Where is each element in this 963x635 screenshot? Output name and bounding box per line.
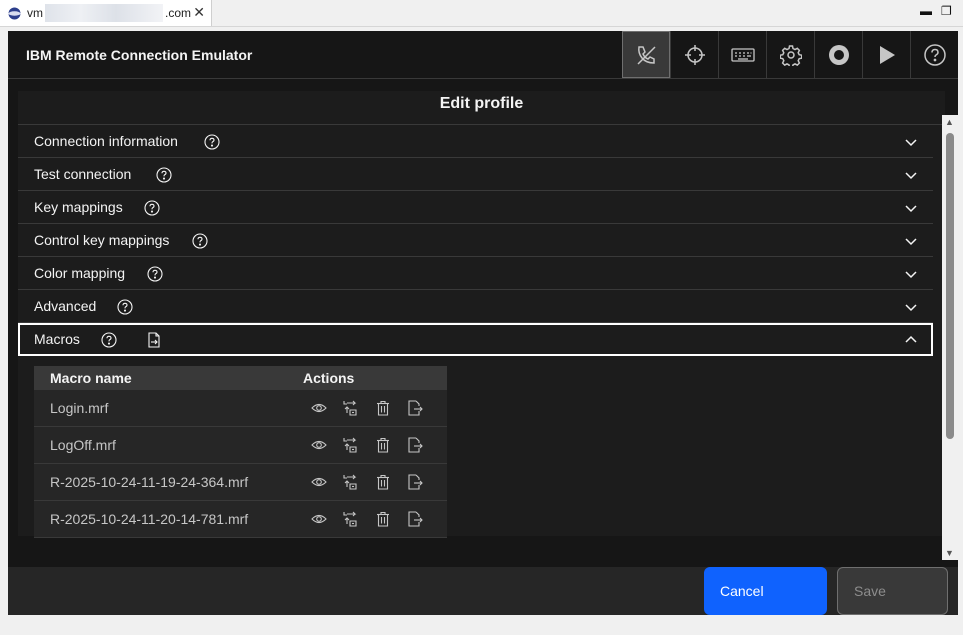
crosshair-icon [684,44,705,65]
app-window: IBM Remote Connection Emulator Edit prof… [8,31,958,615]
macro-name: R-2025-10-24-11-20-14-781.mrf [50,511,249,527]
table-row: R-2025-10-24-11-20-14-781.mrf [34,501,447,538]
macro-name: Login.mrf [50,400,109,416]
table-row: LogOff.mrf [34,427,447,464]
chevron-down-icon [905,139,917,147]
site-favicon-icon [8,7,21,20]
eye-icon[interactable] [311,400,327,416]
eye-icon[interactable] [311,437,327,453]
keyboard-button[interactable] [718,31,766,78]
browser-tab-strip: vm .com ✕ ▬ ❐ [0,0,963,27]
scroll-up-icon[interactable]: ▲ [945,117,954,127]
export-icon[interactable] [407,474,423,490]
table-row: R-2025-10-24-11-19-24-364.mrf [34,464,447,501]
app-title: IBM Remote Connection Emulator [26,47,253,63]
section-label: Control key mappings [34,232,170,248]
help-button[interactable] [910,31,958,78]
section-label: Color mapping [34,265,126,281]
rename-icon[interactable] [343,474,359,490]
section-label: Key mappings [34,199,123,215]
phone-off-icon [637,45,656,65]
chevron-down-icon [905,304,917,312]
cancel-button[interactable]: Cancel [704,567,827,615]
restore-icon[interactable]: ❐ [941,4,952,18]
macro-name: LogOff.mrf [50,437,116,453]
eye-icon[interactable] [311,511,327,527]
section-color-mapping[interactable]: Color mapping [18,257,933,290]
scrollbar-thumb[interactable] [946,133,954,439]
rename-icon[interactable] [343,511,359,527]
disconnect-button[interactable] [622,31,670,78]
play-icon [879,45,895,64]
panel-heading: Edit profile [18,91,945,125]
section-key-mappings[interactable]: Key mappings [18,191,933,224]
target-button[interactable] [670,31,718,78]
section-label: Connection information [34,133,178,149]
app-header: IBM Remote Connection Emulator [8,31,958,79]
settings-button[interactable] [766,31,814,78]
section-connection-information[interactable]: Connection information [18,125,933,158]
section-control-key-mappings[interactable]: Control key mappings [18,224,933,257]
rename-icon[interactable] [343,400,359,416]
vertical-scrollbar[interactable]: ▲ ▼ [942,115,958,560]
gear-icon [779,44,802,66]
export-icon[interactable] [407,511,423,527]
macros-table: Macro name Actions Login.mrf LogOff.mrf … [34,366,447,538]
edit-profile-panel: Edit profile Connection information Test… [18,91,945,538]
record-button[interactable] [814,31,862,78]
section-test-connection[interactable]: Test connection [18,158,933,191]
macro-name: R-2025-10-24-11-19-24-364.mrf [50,474,249,490]
rename-icon[interactable] [343,437,359,453]
trash-icon[interactable] [375,400,391,416]
section-label: Test connection [34,166,132,182]
help-icon[interactable] [192,233,208,249]
dialog-footer: Cancel Save [8,567,958,615]
help-icon[interactable] [156,167,172,183]
record-icon [828,44,849,65]
play-button[interactable] [862,31,910,78]
trash-icon[interactable] [375,474,391,490]
redacted-text [45,4,163,22]
save-button[interactable]: Save [837,567,948,615]
eye-icon[interactable] [311,474,327,490]
browser-tab[interactable]: vm .com ✕ [0,0,212,26]
minimize-icon[interactable]: ▬ [920,4,932,18]
scroll-down-icon[interactable]: ▼ [945,548,954,558]
import-macro-icon[interactable] [146,332,162,348]
chevron-down-icon [905,271,917,279]
section-label: Macros [34,331,80,347]
tab-title-suffix: .com [165,6,192,20]
chevron-down-icon [905,238,917,246]
section-macros[interactable]: Macros [18,323,933,356]
section-label: Advanced [34,298,97,314]
export-icon[interactable] [407,400,423,416]
tab-title-prefix: vm [27,6,43,20]
table-header: Macro name Actions [34,366,447,390]
section-advanced[interactable]: Advanced [18,290,933,323]
keyboard-icon [730,47,755,62]
help-icon[interactable] [101,332,117,348]
column-macro-name: Macro name [50,370,132,386]
trash-icon[interactable] [375,437,391,453]
chevron-down-icon [905,172,917,180]
table-row: Login.mrf [34,390,447,427]
help-icon [923,43,946,66]
trash-icon[interactable] [375,511,391,527]
tab-close-icon[interactable]: ✕ [193,4,205,20]
help-icon[interactable] [117,299,133,315]
chevron-up-icon [905,335,917,343]
column-actions: Actions [303,370,355,386]
help-icon[interactable] [204,134,220,150]
chevron-down-icon [905,205,917,213]
help-icon[interactable] [147,266,163,282]
export-icon[interactable] [407,437,423,453]
help-icon[interactable] [144,200,160,216]
